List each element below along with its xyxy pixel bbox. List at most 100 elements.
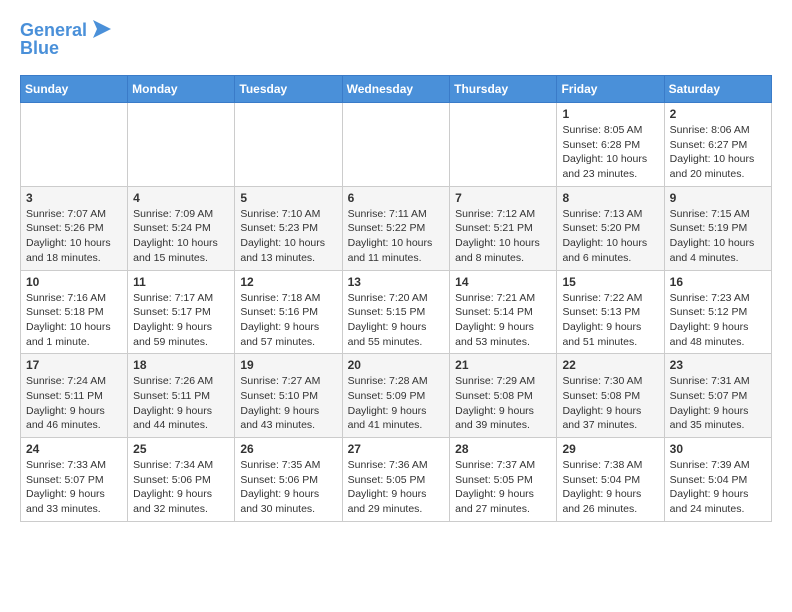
calendar-cell: 3 Sunrise: 7:07 AM Sunset: 5:26 PM Daylig… [21,186,128,270]
calendar-cell: 20 Sunrise: 7:28 AM Sunset: 5:09 PM Dayli… [342,354,450,438]
calendar-cell: 9Sunrise: 7:15 AM Sunset: 5:19 PM Daylig… [664,186,771,270]
day-info: Sunrise: 7:07 AM Sunset: 5:26 PM Dayligh… [26,207,122,266]
day-info: Sunrise: 8:05 AM Sunset: 6:28 PM Dayligh… [562,123,658,182]
day-info: Sunrise: 7:09 AM Sunset: 5:24 PM Dayligh… [133,207,229,266]
day-number: 3 [26,191,122,205]
day-number: 19 [240,358,336,372]
day-info: Sunrise: 7:36 AM Sunset: 5:05 PM Dayligh… [348,458,445,517]
calendar-cell: 2 Sunrise: 8:06 AM Sunset: 6:27 PM Daylig… [664,103,771,187]
day-number: 2 [670,107,766,121]
calendar-cell: 5 Sunrise: 7:10 AM Sunset: 5:23 PM Daylig… [235,186,342,270]
calendar-cell: 17 Sunrise: 7:24 AM Sunset: 5:11 PM Dayli… [21,354,128,438]
day-number: 24 [26,442,122,456]
day-number: 8 [562,191,658,205]
day-number: 21 [455,358,551,372]
day-info: Sunrise: 7:12 AM Sunset: 5:21 PM Dayligh… [455,207,551,266]
calendar-table: SundayMondayTuesdayWednesdayThursdayFrid… [20,75,772,522]
calendar-cell: 10 Sunrise: 7:16 AM Sunset: 5:18 PM Dayli… [21,270,128,354]
day-number: 27 [348,442,445,456]
calendar-cell: 28 Sunrise: 7:37 AM Sunset: 5:05 PM Dayli… [450,438,557,522]
weekday-header: Thursday [450,76,557,103]
logo: General Blue [20,20,115,59]
day-number: 22 [562,358,658,372]
day-number: 23 [670,358,766,372]
calendar-cell: 18Sunrise: 7:26 AM Sunset: 5:11 PM Dayli… [128,354,235,438]
day-info: Sunrise: 7:33 AM Sunset: 5:07 PM Dayligh… [26,458,122,517]
calendar-header-row: SundayMondayTuesdayWednesdayThursdayFrid… [21,76,772,103]
day-info: Sunrise: 7:17 AM Sunset: 5:17 PM Dayligh… [133,291,229,350]
day-info: Sunrise: 7:13 AM Sunset: 5:20 PM Dayligh… [562,207,658,266]
day-info: Sunrise: 7:24 AM Sunset: 5:11 PM Dayligh… [26,374,122,433]
weekday-header: Friday [557,76,664,103]
day-number: 7 [455,191,551,205]
day-info: Sunrise: 7:18 AM Sunset: 5:16 PM Dayligh… [240,291,336,350]
day-number: 26 [240,442,336,456]
day-info: Sunrise: 7:16 AM Sunset: 5:18 PM Dayligh… [26,291,122,350]
day-number: 20 [348,358,445,372]
day-info: Sunrise: 7:22 AM Sunset: 5:13 PM Dayligh… [562,291,658,350]
day-info: Sunrise: 8:06 AM Sunset: 6:27 PM Dayligh… [670,123,766,182]
day-number: 15 [562,275,658,289]
calendar-cell: 22 Sunrise: 7:30 AM Sunset: 5:08 PM Dayli… [557,354,664,438]
day-info: Sunrise: 7:10 AM Sunset: 5:23 PM Dayligh… [240,207,336,266]
logo-icon [89,16,115,42]
day-number: 12 [240,275,336,289]
day-info: Sunrise: 7:34 AM Sunset: 5:06 PM Dayligh… [133,458,229,517]
weekday-header: Wednesday [342,76,450,103]
weekday-header: Sunday [21,76,128,103]
day-number: 1 [562,107,658,121]
calendar-cell: 23 Sunrise: 7:31 AM Sunset: 5:07 PM Dayli… [664,354,771,438]
day-number: 10 [26,275,122,289]
calendar-cell: 12 Sunrise: 7:18 AM Sunset: 5:16 PM Dayli… [235,270,342,354]
calendar-week-row: 10 Sunrise: 7:16 AM Sunset: 5:18 PM Dayli… [21,270,772,354]
day-info: Sunrise: 7:28 AM Sunset: 5:09 PM Dayligh… [348,374,445,433]
calendar-cell: 21 Sunrise: 7:29 AM Sunset: 5:08 PM Dayli… [450,354,557,438]
weekday-header: Monday [128,76,235,103]
day-info: Sunrise: 7:39 AM Sunset: 5:04 PM Dayligh… [670,458,766,517]
calendar-cell: 11 Sunrise: 7:17 AM Sunset: 5:17 PM Dayli… [128,270,235,354]
calendar-cell: 8 Sunrise: 7:13 AM Sunset: 5:20 PM Daylig… [557,186,664,270]
calendar-cell: 15 Sunrise: 7:22 AM Sunset: 5:13 PM Dayli… [557,270,664,354]
day-number: 17 [26,358,122,372]
calendar-cell: 30 Sunrise: 7:39 AM Sunset: 5:04 PM Dayli… [664,438,771,522]
day-info: Sunrise: 7:37 AM Sunset: 5:05 PM Dayligh… [455,458,551,517]
day-info: Sunrise: 7:21 AM Sunset: 5:14 PM Dayligh… [455,291,551,350]
calendar-cell [235,103,342,187]
page-header: General Blue [20,20,772,59]
calendar-cell: 6Sunrise: 7:11 AM Sunset: 5:22 PM Daylig… [342,186,450,270]
day-info: Sunrise: 7:30 AM Sunset: 5:08 PM Dayligh… [562,374,658,433]
day-number: 6 [348,191,445,205]
calendar-cell [21,103,128,187]
calendar-cell [342,103,450,187]
calendar-cell: 4 Sunrise: 7:09 AM Sunset: 5:24 PM Daylig… [128,186,235,270]
day-info: Sunrise: 7:31 AM Sunset: 5:07 PM Dayligh… [670,374,766,433]
day-number: 25 [133,442,229,456]
weekday-header: Saturday [664,76,771,103]
day-info: Sunrise: 7:35 AM Sunset: 5:06 PM Dayligh… [240,458,336,517]
calendar-week-row: 17 Sunrise: 7:24 AM Sunset: 5:11 PM Dayli… [21,354,772,438]
day-info: Sunrise: 7:38 AM Sunset: 5:04 PM Dayligh… [562,458,658,517]
calendar-cell: 24 Sunrise: 7:33 AM Sunset: 5:07 PM Dayli… [21,438,128,522]
day-number: 13 [348,275,445,289]
calendar-cell: 19Sunrise: 7:27 AM Sunset: 5:10 PM Dayli… [235,354,342,438]
day-info: Sunrise: 7:23 AM Sunset: 5:12 PM Dayligh… [670,291,766,350]
day-number: 29 [562,442,658,456]
day-number: 5 [240,191,336,205]
calendar-cell: 13 Sunrise: 7:20 AM Sunset: 5:15 PM Dayli… [342,270,450,354]
calendar-cell: 27 Sunrise: 7:36 AM Sunset: 5:05 PM Dayli… [342,438,450,522]
calendar-cell: 16 Sunrise: 7:23 AM Sunset: 5:12 PM Dayli… [664,270,771,354]
day-info: Sunrise: 7:20 AM Sunset: 5:15 PM Dayligh… [348,291,445,350]
calendar-cell: 25 Sunrise: 7:34 AM Sunset: 5:06 PM Dayli… [128,438,235,522]
day-number: 28 [455,442,551,456]
calendar-week-row: 1 Sunrise: 8:05 AM Sunset: 6:28 PM Daylig… [21,103,772,187]
day-number: 4 [133,191,229,205]
day-number: 14 [455,275,551,289]
day-number: 16 [670,275,766,289]
day-number: 11 [133,275,229,289]
calendar-cell [450,103,557,187]
day-number: 30 [670,442,766,456]
calendar-cell: 26 Sunrise: 7:35 AM Sunset: 5:06 PM Dayli… [235,438,342,522]
calendar-cell: 29 Sunrise: 7:38 AM Sunset: 5:04 PM Dayli… [557,438,664,522]
day-info: Sunrise: 7:29 AM Sunset: 5:08 PM Dayligh… [455,374,551,433]
day-number: 18 [133,358,229,372]
